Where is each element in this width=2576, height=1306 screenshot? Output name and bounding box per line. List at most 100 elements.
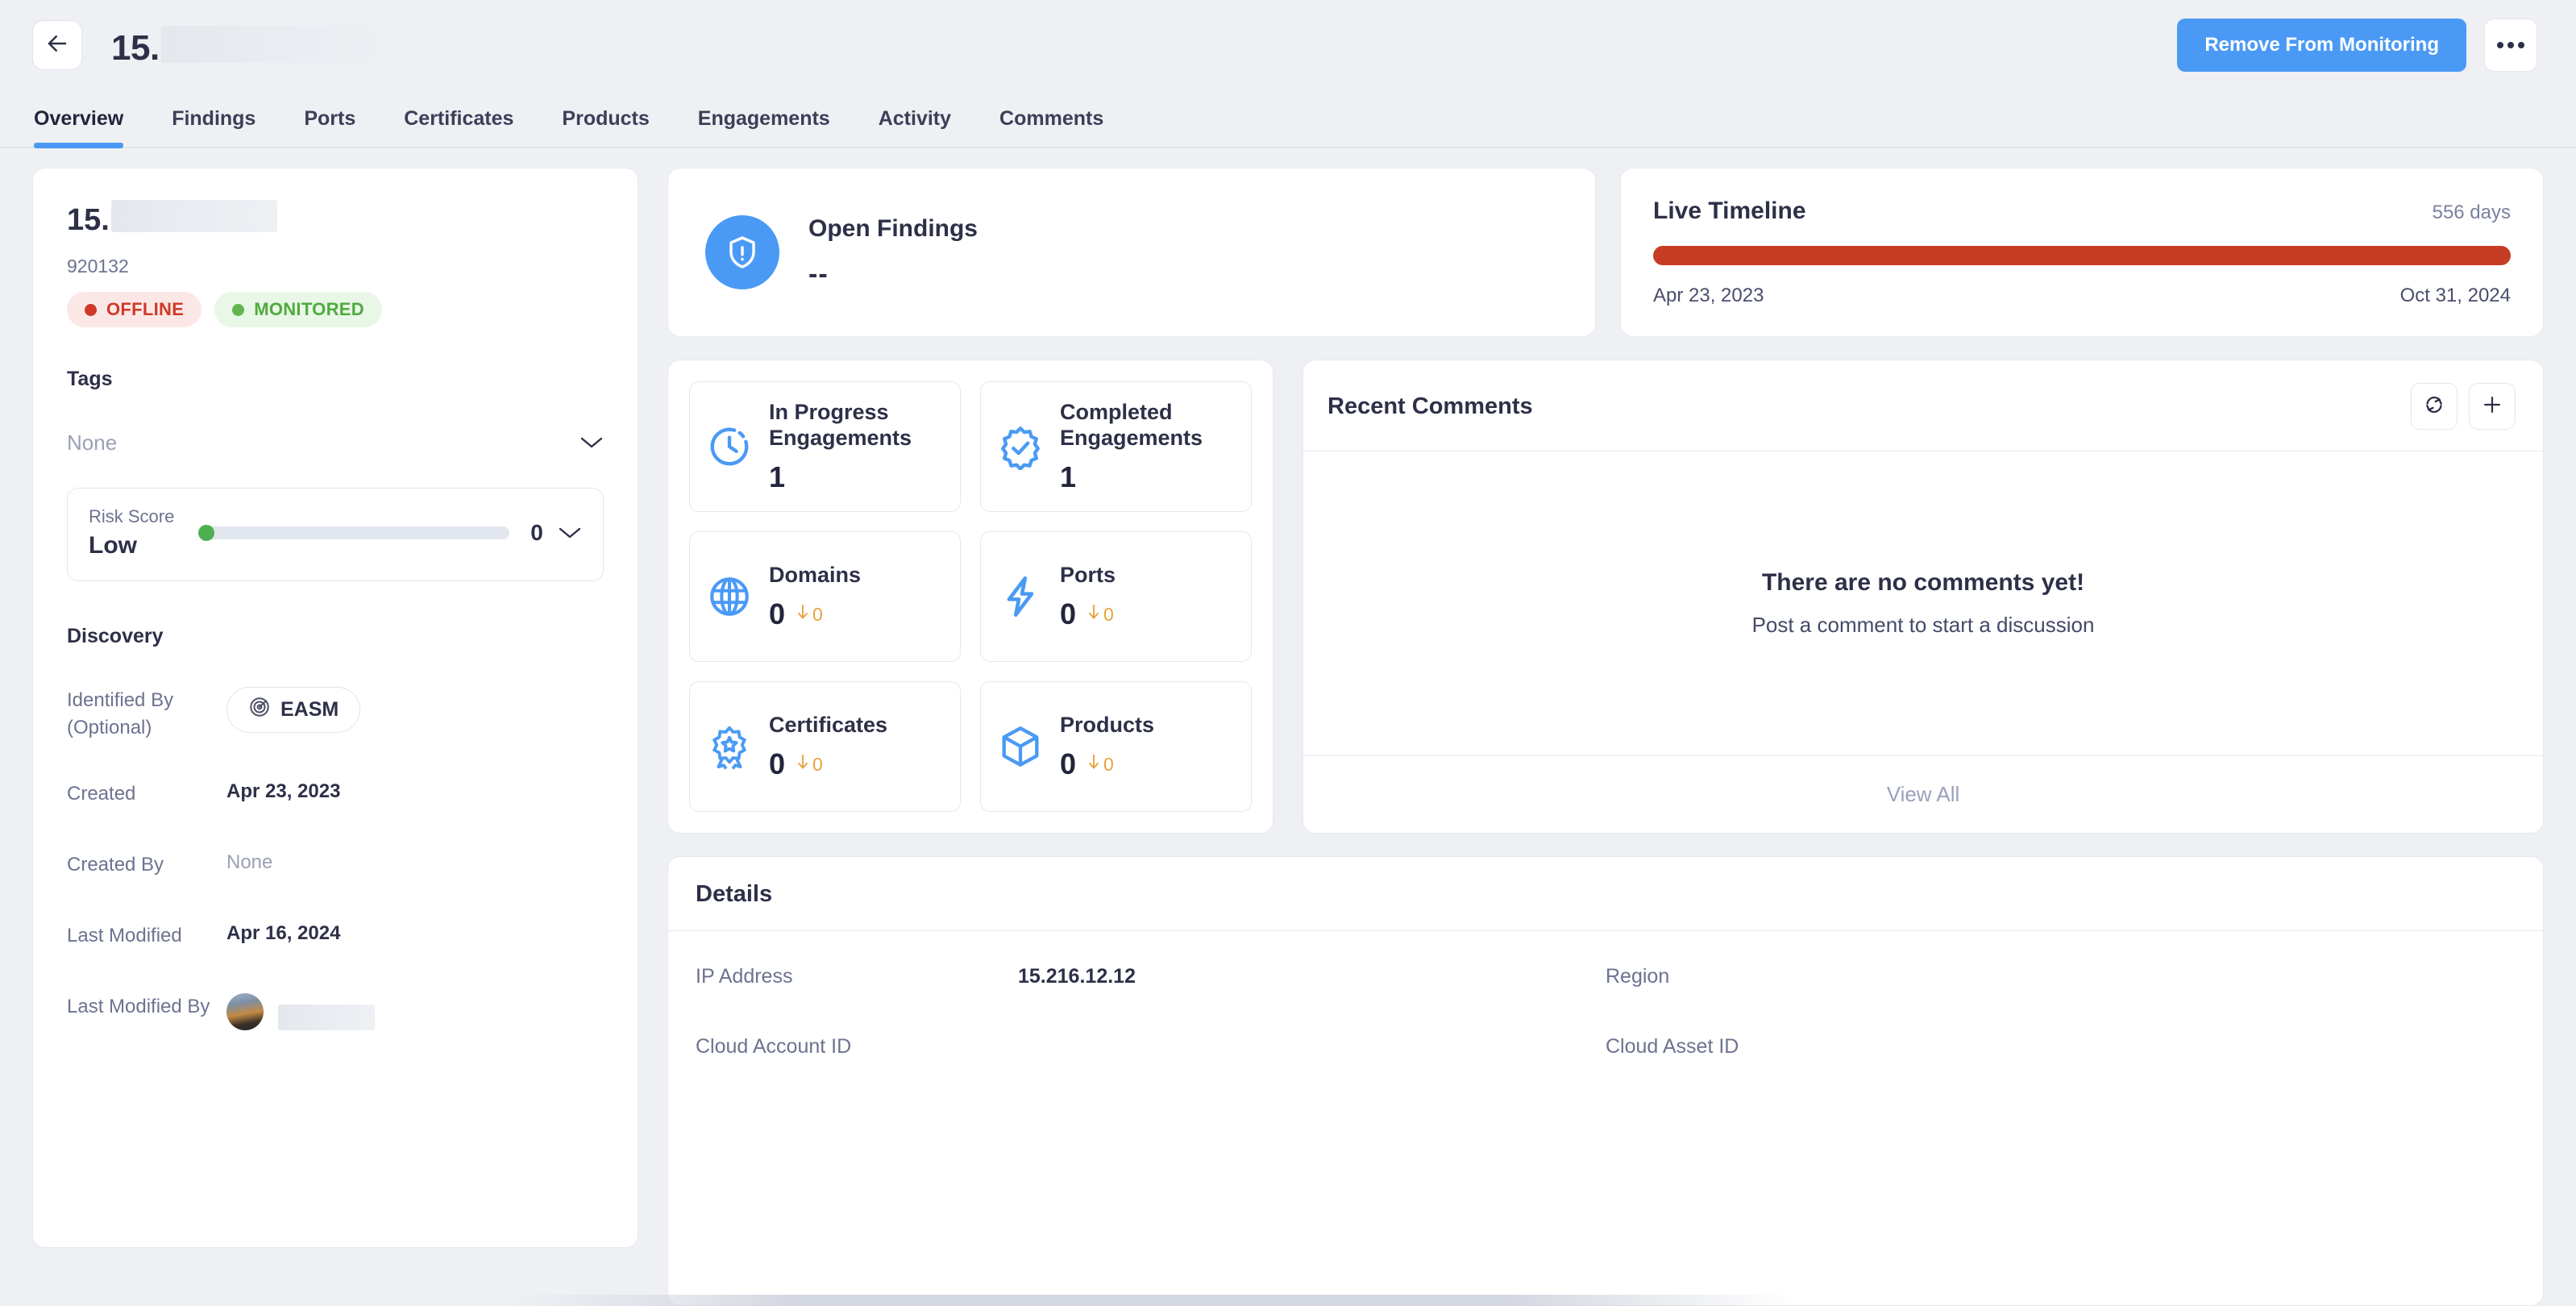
recent-comments-empty-state: There are no comments yet! Post a commen… — [1303, 451, 2543, 755]
stat-label: Domains — [769, 562, 862, 587]
detail-value-ip-address: 15.216.12.12 — [1018, 965, 1136, 988]
back-button[interactable] — [32, 20, 82, 70]
avatar — [226, 993, 264, 1031]
stat-number-row: 1 — [1060, 460, 1236, 494]
arrow-left-icon — [45, 31, 69, 60]
details-title: Details — [668, 857, 2543, 931]
risk-score-slider-thumb[interactable] — [198, 525, 214, 541]
more-options-button[interactable] — [2484, 19, 2537, 72]
stat-card-in-progress-engagements[interactable]: In Progress Engagements 1 — [689, 381, 961, 512]
stat-card-certificates[interactable]: Certificates 0 0 — [689, 681, 961, 812]
stat-label: Completed Engagements — [1060, 399, 1203, 450]
refresh-icon — [2423, 393, 2445, 420]
asset-stats-card: In Progress Engagements 1 Completed Enga… — [667, 360, 1273, 834]
detail-key-cloud-account-id: Cloud Account ID — [696, 1035, 852, 1058]
stat-number-row: 0 0 — [1060, 597, 1116, 631]
add-comment-button[interactable] — [2469, 383, 2516, 430]
left-column: 15. 920132 OFFLINE MONITORED Tags None R… — [32, 168, 638, 1306]
tab-comments[interactable]: Comments — [999, 107, 1103, 148]
stat-label: In Progress Engagements — [769, 399, 912, 450]
tab-activity[interactable]: Activity — [879, 107, 951, 148]
open-findings-title: Open Findings — [808, 214, 978, 242]
status-badge-offline-label: OFFLINE — [106, 299, 185, 319]
remove-from-monitoring-button[interactable]: Remove From Monitoring — [2177, 19, 2466, 72]
identified-by-easm-chip[interactable]: EASM — [226, 687, 361, 733]
open-findings-value: -- — [808, 258, 829, 289]
open-findings-card[interactable]: Open Findings -- — [667, 168, 1596, 337]
risk-score-labels: Risk Score Low — [89, 506, 200, 559]
stat-delta: 0 — [795, 753, 823, 776]
tab-engagements[interactable]: Engagements — [698, 107, 830, 148]
stat-label: Ports — [1060, 562, 1116, 587]
status-dot-icon — [85, 303, 97, 316]
recent-comments-card: Recent Comments There are no comments ye… — [1303, 360, 2544, 834]
horizontal-scrollbar[interactable] — [506, 1295, 1796, 1306]
risk-score-control[interactable]: Risk Score Low 0 — [67, 488, 604, 581]
status-dot-icon — [232, 303, 245, 316]
ellipsis-icon — [2497, 42, 2524, 48]
stat-body: Products 0 0 — [1060, 712, 1154, 781]
recent-comments-actions — [2411, 383, 2516, 430]
detail-row-cloud-asset-id: Cloud Asset ID — [1606, 1035, 2516, 1059]
stat-card-domains[interactable]: Domains 0 0 — [689, 531, 961, 662]
stat-card-ports[interactable]: Ports 0 0 — [980, 531, 1252, 662]
stat-number-row: 0 0 — [1060, 747, 1154, 781]
recent-comments-title: Recent Comments — [1327, 393, 1533, 419]
live-timeline-dates: Apr 23, 2023 Oct 31, 2024 — [1653, 285, 2511, 307]
tab-findings[interactable]: Findings — [172, 107, 256, 148]
meta-key-created: Created — [67, 783, 136, 805]
page-title-prefix: 15. — [111, 27, 160, 68]
bolt-icon — [995, 572, 1045, 622]
stat-body: In Progress Engagements 1 — [769, 399, 945, 495]
tab-certificates[interactable]: Certificates — [404, 107, 513, 148]
status-badge-group: OFFLINE MONITORED — [67, 292, 604, 327]
stat-label: Certificates — [769, 712, 888, 737]
asset-name-redacted — [110, 200, 277, 232]
award-ribbon-icon — [704, 722, 754, 772]
meta-key-created-by: Created By — [67, 854, 164, 876]
chevron-down-icon[interactable] — [558, 526, 582, 540]
risk-score-slider[interactable] — [198, 525, 509, 541]
meta-row-last-modified: Last Modified Apr 16, 2024 — [67, 922, 604, 955]
tab-ports[interactable]: Ports — [304, 107, 355, 148]
asset-id: 920132 — [67, 256, 129, 277]
tab-products[interactable]: Products — [562, 107, 649, 148]
live-timeline-card: Live Timeline 556 days Apr 23, 2023 Oct … — [1620, 168, 2544, 337]
risk-score-value: 0 — [530, 520, 543, 545]
tags-select-value: None — [67, 430, 118, 455]
right-column: Open Findings -- Live Timeline 556 days … — [667, 168, 2544, 1306]
status-badge-monitored-label: MONITORED — [254, 299, 364, 319]
arrow-down-icon — [1086, 753, 1102, 776]
last-modified-by-redacted — [278, 1004, 375, 1031]
stat-number-row: 0 0 — [769, 747, 887, 781]
live-timeline-duration: 556 days — [2432, 202, 2511, 223]
stat-label: Products — [1060, 712, 1155, 737]
stat-delta: 0 — [1086, 603, 1114, 626]
tags-select[interactable]: None — [67, 418, 604, 467]
details-card: Details IP Address 15.216.12.12 Region C… — [667, 856, 2544, 1306]
arrow-down-icon — [795, 753, 811, 776]
live-timeline-start-date: Apr 23, 2023 — [1653, 285, 1764, 306]
meta-value-last-modified: Apr 16, 2024 — [226, 922, 341, 945]
stat-card-completed-engagements[interactable]: Completed Engagements 1 — [980, 381, 1252, 512]
asset-summary-card: 15. 920132 OFFLINE MONITORED Tags None R… — [32, 168, 638, 1248]
stat-delta: 0 — [1086, 753, 1114, 776]
refresh-comments-button[interactable] — [2411, 383, 2458, 430]
view-all-comments-link[interactable]: View All — [1303, 755, 2543, 833]
tab-bar: Overview Findings Ports Certificates Pro… — [0, 90, 2576, 148]
detail-key-ip-address: IP Address — [696, 965, 793, 988]
meta-key-identified-by: Identified By (Optional) — [67, 689, 174, 739]
stats-and-comments-row: In Progress Engagements 1 Completed Enga… — [667, 360, 2544, 834]
meta-row-created-by: Created By None — [67, 851, 604, 884]
stat-body: Ports 0 0 — [1060, 562, 1116, 631]
open-findings-body: Open Findings -- — [808, 215, 978, 290]
page-title-redacted — [160, 25, 416, 63]
stat-card-products[interactable]: Products 0 0 — [980, 681, 1252, 812]
detail-row-cloud-account-id: Cloud Account ID — [696, 1035, 1606, 1059]
shield-alert-icon — [705, 215, 779, 289]
detail-row-region: Region — [1606, 965, 2516, 988]
header-actions: Remove From Monitoring — [2177, 19, 2537, 72]
meta-value-created: Apr 23, 2023 — [226, 780, 341, 803]
detail-key-cloud-asset-id: Cloud Asset ID — [1606, 1035, 1739, 1058]
tab-overview[interactable]: Overview — [34, 107, 124, 148]
